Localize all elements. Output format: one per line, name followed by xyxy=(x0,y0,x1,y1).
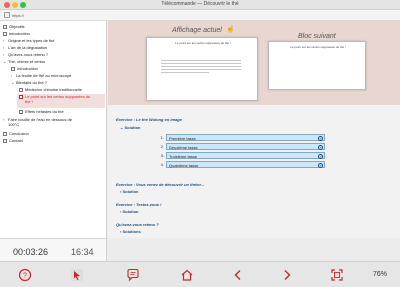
exercise-title: Exercice : Le thé Wulong en image xyxy=(116,117,182,122)
page-icon xyxy=(3,24,7,29)
url-bar[interactable]: https:// xyxy=(0,10,400,21)
solution-toggle[interactable]: › Solutions xyxy=(120,229,141,234)
sidebar-item-chimie[interactable]: ⌄ Thé, chimie et vertus xyxy=(3,59,45,66)
step-item[interactable]: 2. Deuxième tasse + xyxy=(154,143,325,151)
page-icon xyxy=(11,66,15,71)
help-icon[interactable]: ? xyxy=(18,268,32,282)
solution-toggle[interactable]: › Solution xyxy=(120,189,138,194)
main-panel: Affichage actuel ☝ Bloc suivant Le point… xyxy=(108,21,400,238)
sidebar-item-microscope[interactable]: › La feuille de thé au microscope xyxy=(11,73,71,80)
previous-icon[interactable] xyxy=(231,268,245,282)
step-item[interactable]: 4. Quatrième tasse + xyxy=(154,161,325,169)
current-slide-title: Le point sur les vertus supposées du thé… xyxy=(175,41,231,45)
sidebar-item-introduction[interactable]: Introduction xyxy=(3,31,30,38)
exercise-title: Qu'avez-vous retenu ? xyxy=(116,222,159,227)
window-titlebar: Télécommande — Découvrir le thé xyxy=(0,0,400,10)
sidebar-item-bienfaits[interactable]: ⌄ Bienfaits du thé ? xyxy=(11,80,47,87)
current-slide-thumbnail[interactable]: Le point sur les vertus supposées du thé… xyxy=(146,37,258,101)
comment-icon[interactable] xyxy=(126,268,140,282)
next-block-label: Bloc suivant xyxy=(298,33,336,40)
sidebar-item-medecine[interactable]: Médecine chinoise traditionnelle xyxy=(19,87,82,94)
sidebar-item-objectifs[interactable]: Objectifs xyxy=(3,24,25,31)
page-icon xyxy=(3,131,7,136)
step-item[interactable]: 1. Première tasse + xyxy=(154,134,325,142)
home-icon[interactable] xyxy=(180,268,194,282)
page-icon xyxy=(3,138,7,143)
step-item[interactable]: 3. Troisième tasse + xyxy=(154,152,325,160)
sidebar-item-effets[interactable]: Effets néfastes du thé xyxy=(19,109,64,116)
current-display-label: Affichage actuel xyxy=(172,27,222,34)
svg-text:?: ? xyxy=(23,273,27,280)
sidebar-item-origine[interactable]: › Origine et les types de thé xyxy=(3,38,54,45)
next-icon[interactable] xyxy=(280,268,294,282)
hand-pointer-icon: ☝ xyxy=(226,26,235,33)
slide-text-lines xyxy=(161,60,241,75)
solution-steps: 1. Première tasse + 2. Deuxième tasse + 3.… xyxy=(154,134,325,172)
pointer-icon[interactable] xyxy=(70,268,84,282)
expand-icon[interactable]: + xyxy=(318,136,323,141)
elapsed-timer[interactable]: 00:03:26 xyxy=(13,247,48,257)
exercise-title: Exercice : Vous venez de découvrir un th… xyxy=(116,182,205,187)
page-icon xyxy=(19,109,23,114)
remote-toolbar: ? 76% xyxy=(0,261,400,287)
timer-panel: 00:03:26 16:34 xyxy=(0,238,107,261)
sidebar-item-bouillir[interactable]: › Faire bouillir de l'eau en dessous de 1… xyxy=(3,117,72,130)
sidebar-item-conclusion[interactable]: Conclusion xyxy=(3,131,29,138)
sidebar-item-contact[interactable]: Contact xyxy=(3,138,23,145)
clock-time: 16:34 xyxy=(71,247,94,257)
url-text[interactable]: https:// xyxy=(12,13,24,18)
expand-icon[interactable]: + xyxy=(318,145,323,150)
page-icon xyxy=(19,87,23,92)
sidebar-item-chimie-intro[interactable]: Introduction xyxy=(11,66,38,73)
window-title: Télécommande — Découvrir le thé xyxy=(161,1,239,7)
slide-preview-band: Affichage actuel ☝ Bloc suivant Le point… xyxy=(108,21,400,105)
sidebar-item-degustation[interactable]: › L'art de la dégustation xyxy=(3,45,47,52)
next-slide-thumbnail[interactable]: Le point sur les vertus supposées du thé… xyxy=(268,41,366,90)
sidebar-item-quiz[interactable]: › Qu'avez-vous retenu ? xyxy=(3,52,48,59)
page-icon xyxy=(3,31,7,36)
sidebar-item-vertus-active[interactable]: Le point sur les vertus supposées du thé … xyxy=(17,94,105,108)
page-icon xyxy=(19,94,23,99)
zoom-level: 76% xyxy=(373,271,388,278)
next-slide-title: Le point sur les vertus supposées du thé… xyxy=(290,45,346,49)
fullscreen-icon[interactable] xyxy=(330,268,344,282)
expand-icon[interactable]: + xyxy=(318,154,323,159)
solution-toggle[interactable]: ⌄ Solution xyxy=(120,125,140,130)
exercise-title: Exercice : Testez-vous ! xyxy=(116,202,162,207)
solution-toggle[interactable]: › Solution xyxy=(120,209,138,214)
page-icon xyxy=(4,12,10,18)
expand-icon[interactable]: + xyxy=(318,163,323,168)
outline-sidebar: Objectifs Introduction › Origine et les t… xyxy=(0,21,107,238)
